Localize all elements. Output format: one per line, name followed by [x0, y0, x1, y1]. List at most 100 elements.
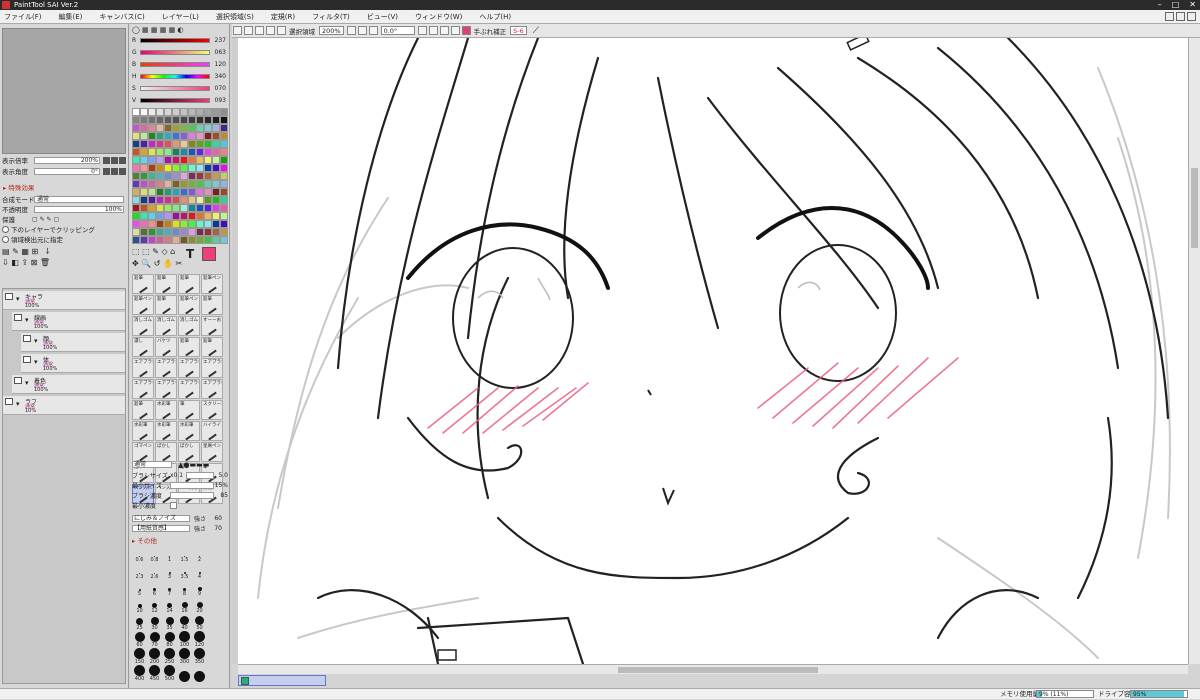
color-swatch[interactable] — [196, 140, 204, 148]
color-swatch[interactable] — [188, 236, 196, 244]
color-swatch[interactable] — [148, 124, 156, 132]
color-swatch[interactable] — [196, 108, 204, 116]
zoom-out-button[interactable] — [346, 26, 356, 35]
color-swatch[interactable] — [164, 204, 172, 212]
color-swatch[interactable] — [220, 196, 228, 204]
color-swatch[interactable] — [164, 156, 172, 164]
brush-slot[interactable]: 鉛筆 — [178, 337, 200, 357]
brush-size-preset[interactable]: 12 — [147, 597, 162, 614]
brush-size-preset[interactable]: 7 — [162, 580, 177, 597]
texture1-select[interactable]: にじみ＆ノイズ — [132, 515, 190, 522]
brush-slot[interactable]: 鉛筆 — [132, 274, 154, 294]
brush-slot[interactable]: 水彩筆 — [155, 400, 177, 420]
color-channel-slider[interactable] — [140, 86, 210, 91]
color-swatch[interactable] — [180, 180, 188, 188]
color-swatch[interactable] — [220, 228, 228, 236]
color-swatch[interactable] — [220, 204, 228, 212]
color-swatch[interactable] — [196, 212, 204, 220]
brush-size-preset[interactable]: 60 — [132, 631, 147, 648]
brush-size-preset[interactable]: 3.5 — [177, 563, 192, 580]
color-swatch[interactable] — [220, 172, 228, 180]
layer-row[interactable]: ▾ キャラ 通常 100% — [3, 291, 125, 310]
color-swatch[interactable] — [156, 124, 164, 132]
color-swatch[interactable] — [156, 204, 164, 212]
color-swatch[interactable] — [148, 220, 156, 228]
color-swatch[interactable] — [188, 148, 196, 156]
color-swatch[interactable] — [164, 164, 172, 172]
rotate-right-icon[interactable] — [111, 167, 118, 175]
color-swatch[interactable] — [188, 172, 196, 180]
brush-size-preset[interactable]: 14 — [162, 597, 177, 614]
brush-size-preset[interactable]: 450 — [147, 665, 162, 682]
color-swatch[interactable] — [132, 180, 140, 188]
color-swatch[interactable] — [156, 212, 164, 220]
zoom-field[interactable]: 200% — [319, 26, 344, 35]
color-swatch[interactable] — [212, 196, 220, 204]
zoom-reset-icon[interactable] — [119, 156, 126, 164]
color-swatch[interactable] — [156, 148, 164, 156]
layer-row[interactable]: ▾ 線画 通常 100% — [12, 312, 125, 331]
color-swatch[interactable] — [212, 172, 220, 180]
close-icon[interactable]: ✕ — [1189, 0, 1196, 10]
color-swatch[interactable] — [148, 108, 156, 116]
color-swatch[interactable] — [196, 228, 204, 236]
brush-slot[interactable]: 消しゴム — [178, 316, 200, 336]
color-swatch[interactable] — [204, 220, 212, 228]
color-swatch[interactable] — [148, 148, 156, 156]
color-swatch[interactable] — [132, 220, 140, 228]
layer-expand-icon[interactable]: ▾ — [34, 337, 38, 345]
color-swatch[interactable] — [180, 172, 188, 180]
color-swatch[interactable] — [164, 188, 172, 196]
color-swatch[interactable] — [196, 148, 204, 156]
color-swatch[interactable] — [204, 172, 212, 180]
doc-restore-icon[interactable] — [1176, 12, 1185, 21]
color-swatch[interactable] — [156, 172, 164, 180]
color-swatch[interactable] — [148, 228, 156, 236]
text-tool-icon[interactable]: T — [186, 247, 194, 261]
color-swatch[interactable] — [156, 156, 164, 164]
zoom-in-icon[interactable] — [111, 156, 118, 164]
color-swatch[interactable] — [172, 172, 180, 180]
color-swatch[interactable] — [212, 188, 220, 196]
layer-expand-icon[interactable]: ▾ — [16, 295, 20, 303]
color-swatch[interactable] — [180, 220, 188, 228]
color-swatch[interactable] — [132, 108, 140, 116]
menu-item-5[interactable]: 定規(R) — [271, 12, 295, 22]
color-swatch[interactable] — [172, 124, 180, 132]
brush-slot[interactable]: 鉛筆 — [201, 295, 223, 315]
menu-item-1[interactable]: 編集(E) — [59, 12, 83, 22]
color-swatch[interactable] — [148, 180, 156, 188]
brush-slot[interactable]: エアブラシ — [155, 358, 177, 378]
color-swatch[interactable] — [132, 156, 140, 164]
brush-size-preset[interactable]: 500 — [162, 665, 177, 682]
color-swatch[interactable] — [180, 228, 188, 236]
brush-size-preset[interactable] — [192, 665, 207, 682]
stabilizer-field[interactable]: S-6 — [510, 26, 527, 35]
color-swatch[interactable] — [212, 156, 220, 164]
flip-button[interactable] — [450, 26, 460, 35]
brush-size-preset[interactable]: 30 — [147, 614, 162, 631]
color-swatch[interactable] — [212, 236, 220, 244]
color-swatch[interactable] — [132, 236, 140, 244]
vertical-scrollbar[interactable] — [1188, 38, 1200, 664]
brush-size-preset[interactable]: 10 — [132, 597, 147, 614]
invert-icon[interactable] — [266, 26, 275, 35]
brush-size-preset[interactable]: 3 — [162, 563, 177, 580]
brush-size-preset[interactable]: 80 — [162, 631, 177, 648]
brush-size-preset[interactable]: 120 — [192, 631, 207, 648]
color-swatch[interactable] — [164, 116, 172, 124]
color-swatch[interactable] — [204, 196, 212, 204]
color-channel-slider[interactable] — [140, 98, 210, 103]
color-swatch[interactable] — [156, 188, 164, 196]
brush-slot[interactable]: 消しゴム — [155, 316, 177, 336]
brush-size-preset[interactable]: 0.8 — [147, 546, 162, 563]
color-swatch[interactable] — [172, 204, 180, 212]
color-swatch[interactable] — [164, 108, 172, 116]
color-mode-tabs[interactable]: ◯ ▦ ▦ ▦ ▦ ◐ — [132, 26, 184, 34]
color-swatch[interactable] — [172, 148, 180, 156]
color-swatch[interactable] — [204, 148, 212, 156]
brush-slot[interactable]: 星屑ペン — [201, 442, 223, 462]
color-swatch[interactable] — [156, 228, 164, 236]
min-density-toggle[interactable] — [170, 502, 177, 509]
swatch-palette[interactable] — [132, 108, 228, 248]
